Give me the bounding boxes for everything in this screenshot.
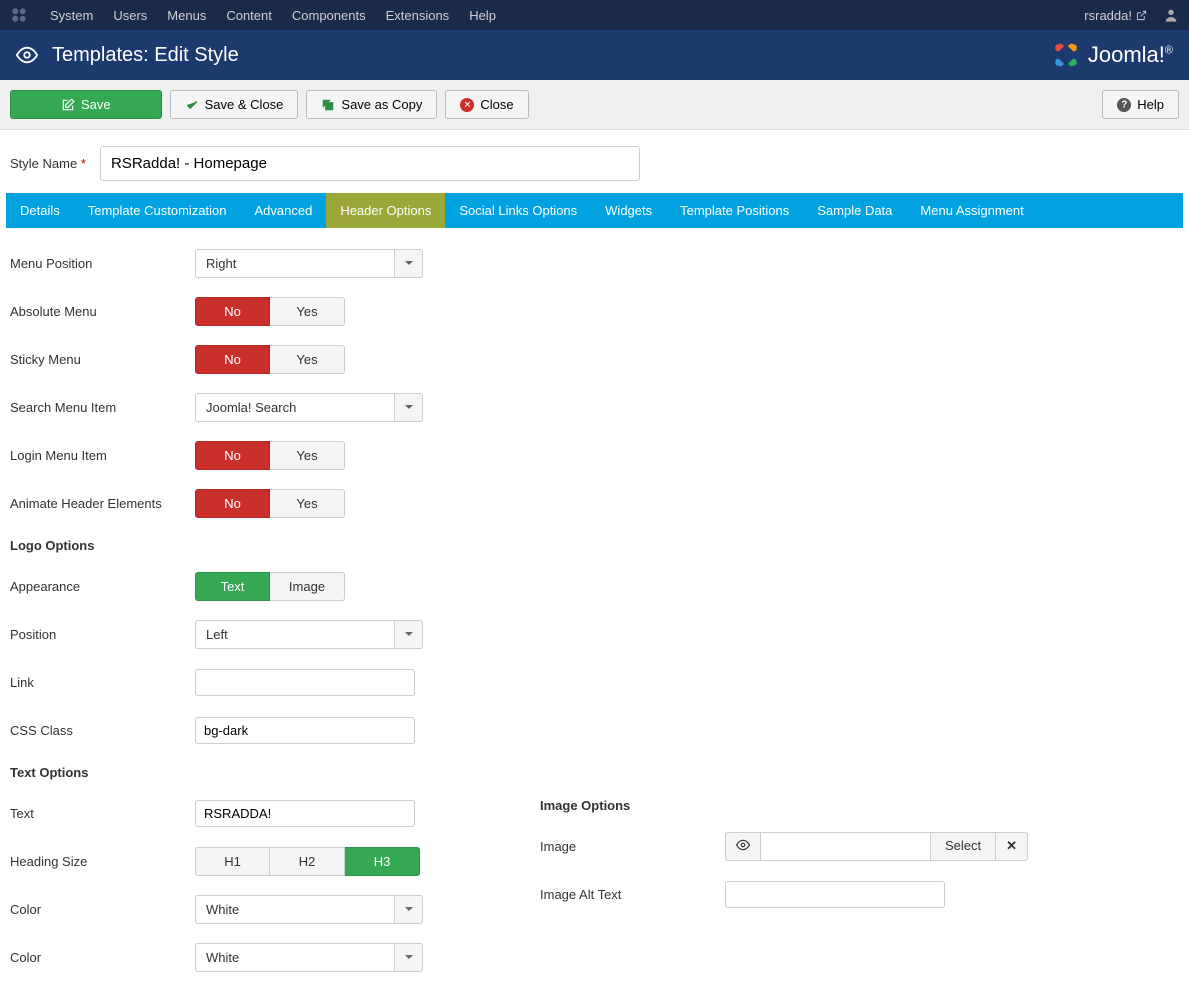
animate-header-toggle: No Yes [195, 489, 345, 518]
text-label: Text [10, 806, 195, 821]
admin-menu-help[interactable]: Help [459, 8, 506, 23]
help-button[interactable]: Help [1102, 90, 1179, 119]
eye-icon [16, 44, 38, 66]
image-alt-label: Image Alt Text [540, 887, 725, 902]
image-label: Image [540, 839, 725, 854]
animate-header-no[interactable]: No [195, 489, 270, 518]
image-options-heading: Image Options [540, 798, 1028, 813]
sticky-menu-no[interactable]: No [195, 345, 270, 374]
chevron-down-icon [395, 943, 423, 972]
menu-position-label: Menu Position [10, 256, 195, 271]
joomla-icon [10, 6, 28, 24]
menu-position-select[interactable]: Right [195, 249, 423, 278]
admin-menu-content[interactable]: Content [216, 8, 282, 23]
login-menu-yes[interactable]: Yes [270, 441, 345, 470]
link-input[interactable] [195, 669, 415, 696]
chevron-down-icon [395, 393, 423, 422]
admin-bar: System Users Menus Content Components Ex… [0, 0, 1189, 30]
page-title: Templates: Edit Style [52, 44, 239, 67]
tab-widgets[interactable]: Widgets [591, 193, 666, 228]
animate-header-label: Animate Header Elements [10, 496, 195, 511]
tab-sample-data[interactable]: Sample Data [803, 193, 906, 228]
image-alt-input[interactable] [725, 881, 945, 908]
external-link-icon [1136, 10, 1147, 21]
chevron-down-icon [395, 249, 423, 278]
tab-template-positions[interactable]: Template Positions [666, 193, 803, 228]
absolute-menu-yes[interactable]: Yes [270, 297, 345, 326]
joomla-logo-icon [1048, 37, 1084, 73]
animate-header-yes[interactable]: Yes [270, 489, 345, 518]
tab-header-options[interactable]: Header Options [326, 193, 445, 228]
logo-options-heading: Logo Options [10, 538, 1179, 553]
absolute-menu-toggle: No Yes [195, 297, 345, 326]
joomla-logo: Joomla!® [1048, 37, 1173, 73]
chevron-down-icon [395, 895, 423, 924]
login-menu-no[interactable]: No [195, 441, 270, 470]
admin-menu-users[interactable]: Users [103, 8, 157, 23]
tab-bar: Details Template Customization Advanced … [6, 193, 1183, 228]
color2-label: Color [10, 950, 195, 965]
tab-social-links[interactable]: Social Links Options [445, 193, 591, 228]
user-icon[interactable] [1163, 7, 1179, 23]
absolute-menu-label: Absolute Menu [10, 304, 195, 319]
admin-menu-components[interactable]: Components [282, 8, 376, 23]
copy-icon [321, 98, 335, 112]
image-select-button[interactable]: Select [931, 832, 996, 861]
admin-menu-system[interactable]: System [40, 8, 103, 23]
heading-h1[interactable]: H1 [195, 847, 270, 876]
style-name-input[interactable] [100, 146, 640, 181]
admin-menu-menus[interactable]: Menus [157, 8, 216, 23]
sticky-menu-toggle: No Yes [195, 345, 345, 374]
text-input[interactable] [195, 800, 415, 827]
css-class-label: CSS Class [10, 723, 195, 738]
color1-label: Color [10, 902, 195, 917]
link-label: Link [10, 675, 195, 690]
image-path-field[interactable] [761, 832, 931, 861]
heading-h3[interactable]: H3 [345, 847, 420, 876]
text-options-heading: Text Options [10, 765, 1179, 780]
absolute-menu-no[interactable]: No [195, 297, 270, 326]
heading-size-toggle: H1 H2 H3 [195, 847, 420, 876]
admin-menu-extensions[interactable]: Extensions [376, 8, 460, 23]
sticky-menu-yes[interactable]: Yes [270, 345, 345, 374]
login-menu-item-label: Login Menu Item [10, 448, 195, 463]
appearance-toggle: Text Image [195, 572, 345, 601]
save-close-button[interactable]: Save & Close [170, 90, 299, 119]
check-icon [185, 98, 199, 112]
tab-advanced[interactable]: Advanced [240, 193, 326, 228]
tab-details[interactable]: Details [6, 193, 74, 228]
apply-icon [61, 98, 75, 112]
search-menu-item-select[interactable]: Joomla! Search [195, 393, 423, 422]
title-bar: Templates: Edit Style Joomla!® [0, 30, 1189, 80]
search-menu-item-label: Search Menu Item [10, 400, 195, 415]
tab-template-customization[interactable]: Template Customization [74, 193, 241, 228]
username-link[interactable]: rsradda! [1076, 8, 1155, 23]
appearance-label: Appearance [10, 579, 195, 594]
appearance-image[interactable]: Image [270, 572, 345, 601]
cancel-icon [460, 98, 474, 112]
chevron-down-icon [395, 620, 423, 649]
color1-select[interactable]: White [195, 895, 423, 924]
tab-menu-assignment[interactable]: Menu Assignment [906, 193, 1037, 228]
css-class-input[interactable] [195, 717, 415, 744]
close-button[interactable]: Close [445, 90, 528, 119]
image-preview-button[interactable] [725, 832, 761, 861]
save-copy-button[interactable]: Save as Copy [306, 90, 437, 119]
appearance-text[interactable]: Text [195, 572, 270, 601]
position-select[interactable]: Left [195, 620, 423, 649]
heading-h2[interactable]: H2 [270, 847, 345, 876]
save-button[interactable]: Save [10, 90, 162, 119]
heading-size-label: Heading Size [10, 854, 195, 869]
toolbar: Save Save & Close Save as Copy Close Hel… [0, 80, 1189, 130]
color2-select[interactable]: White [195, 943, 423, 972]
login-menu-item-toggle: No Yes [195, 441, 345, 470]
eye-icon [736, 838, 750, 852]
image-clear-button[interactable]: ✕ [996, 832, 1028, 861]
position-label: Position [10, 627, 195, 642]
sticky-menu-label: Sticky Menu [10, 352, 195, 367]
style-name-label: Style Name * [10, 156, 100, 171]
image-select-group: Select ✕ [725, 832, 1028, 861]
help-icon [1117, 98, 1131, 112]
